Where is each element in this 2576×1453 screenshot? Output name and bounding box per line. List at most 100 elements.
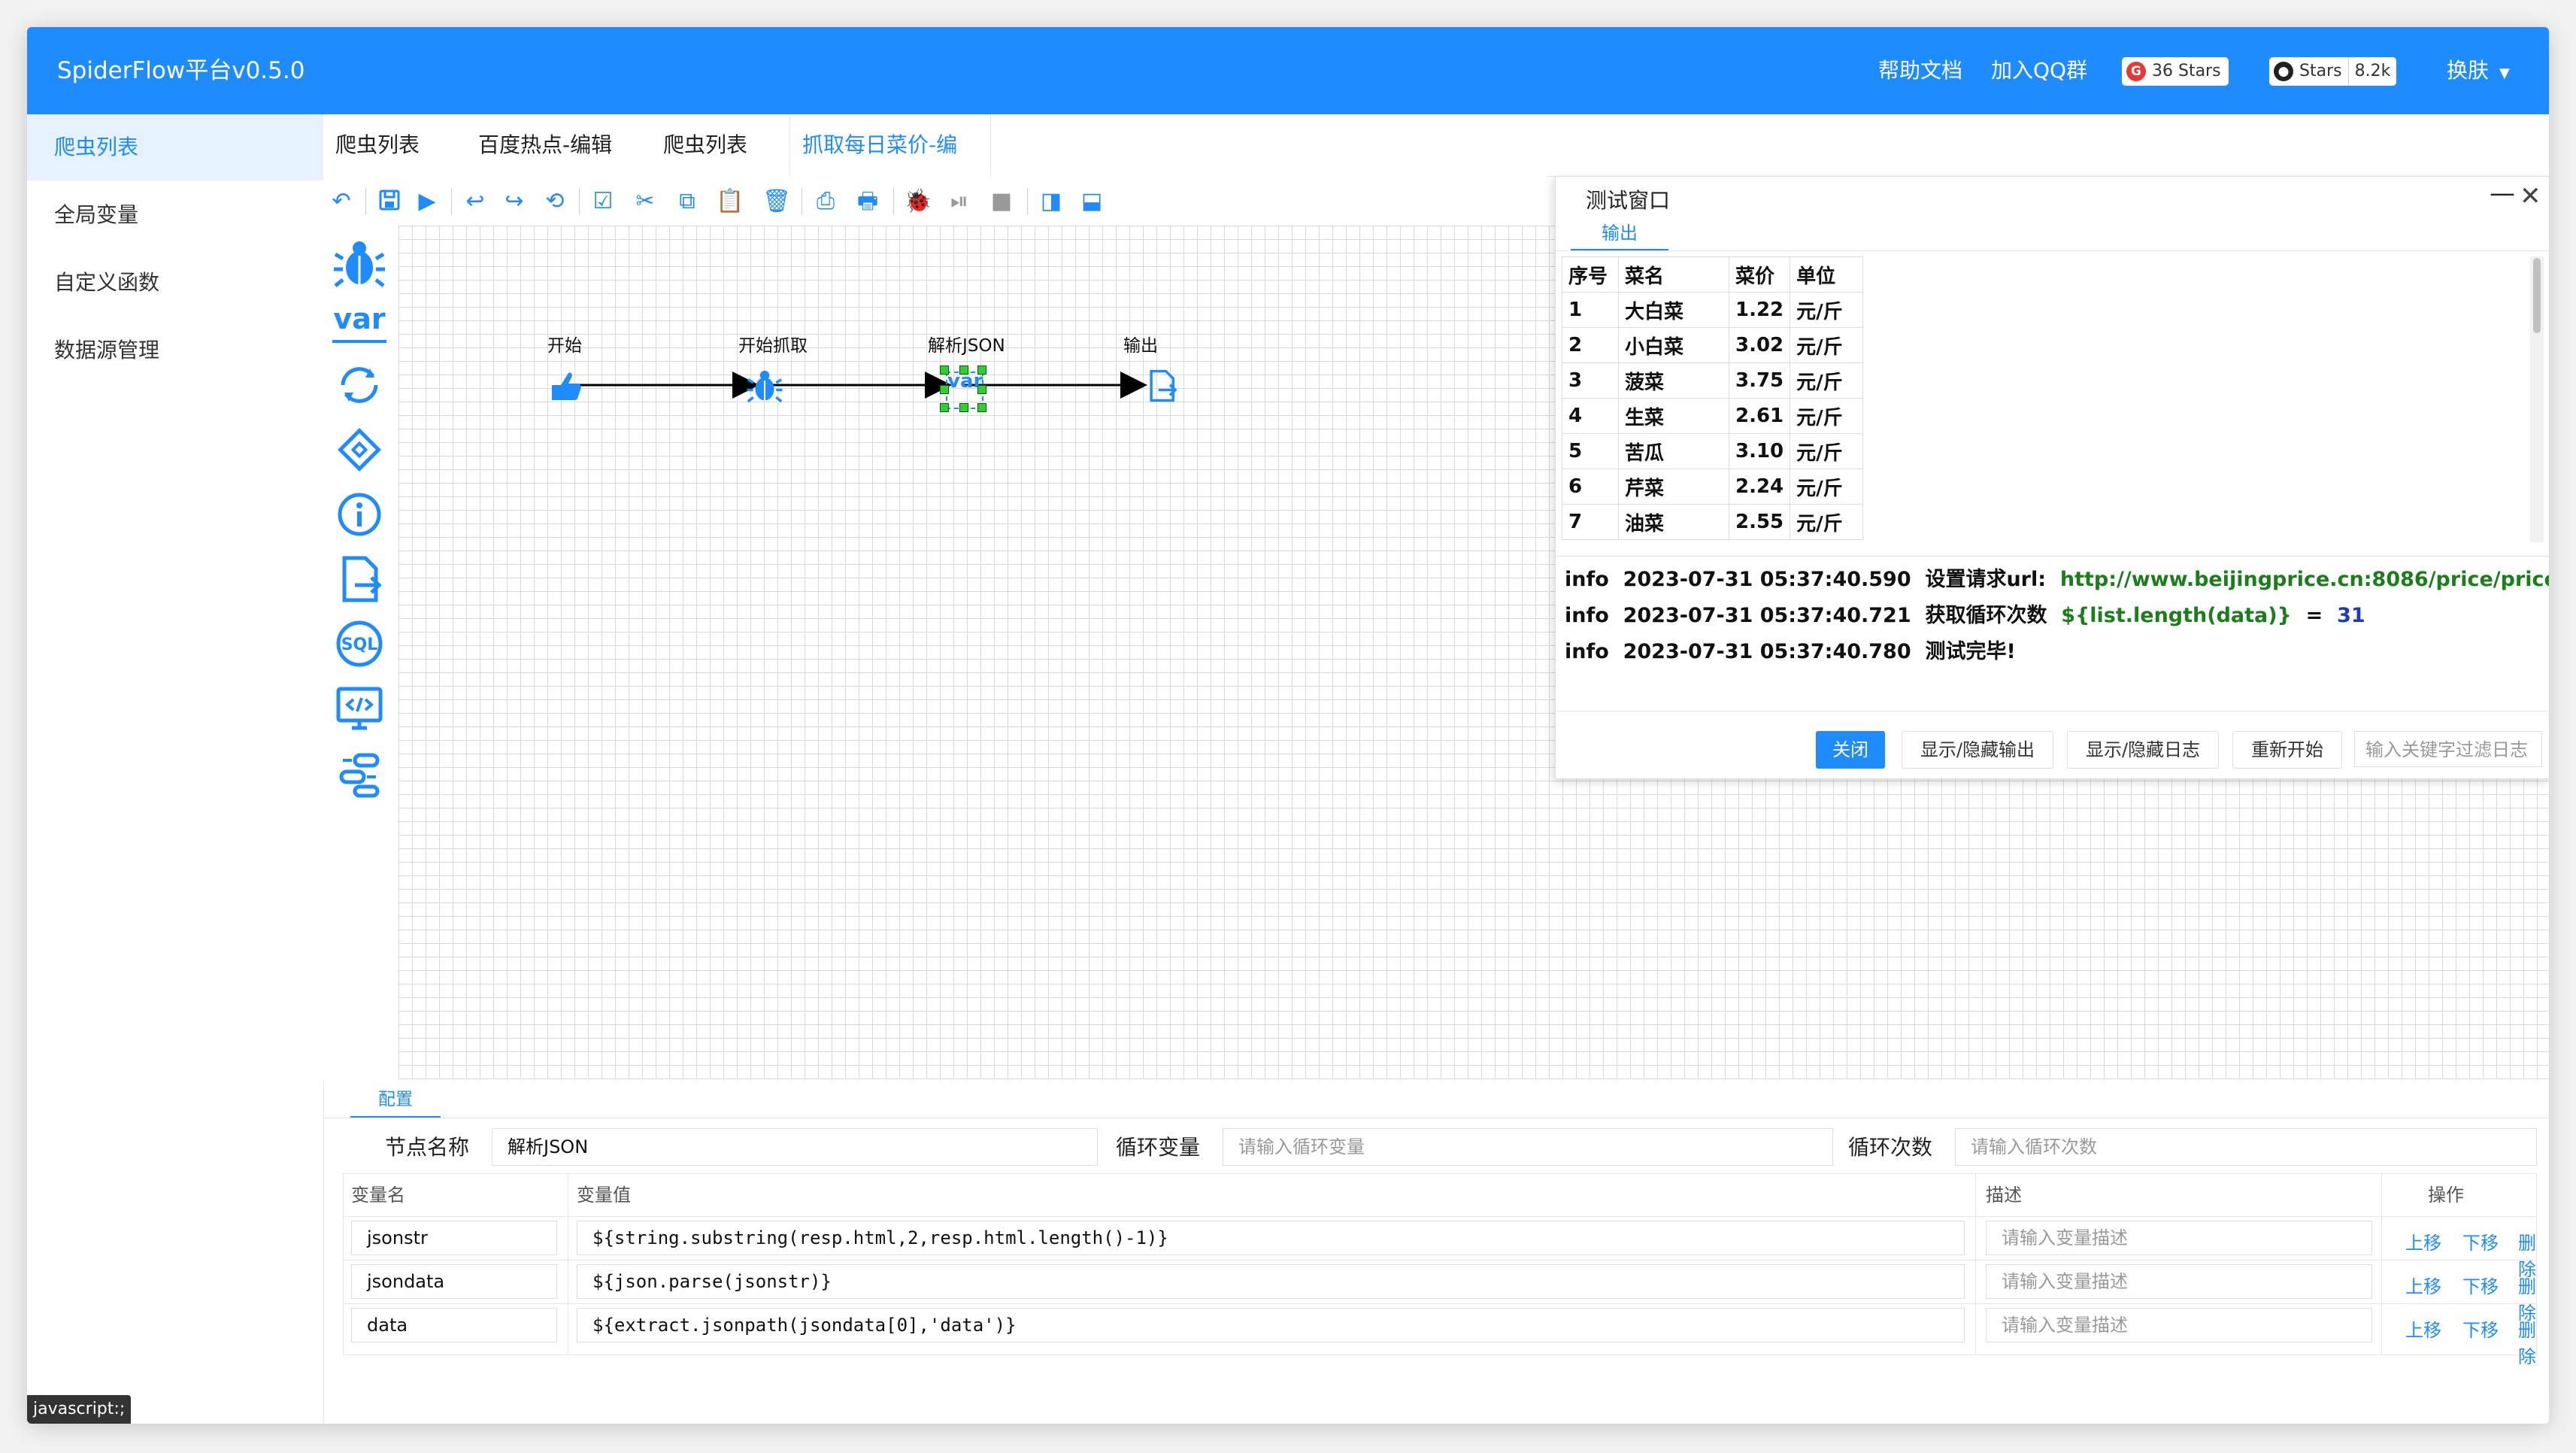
log-line: info 2023-07-31 05:37:40.721 获取循环次数 ${li… xyxy=(1565,604,2365,627)
theme-switch[interactable]: 换肤 ▼ xyxy=(2447,27,2510,117)
gitee-stars-badge[interactable]: G 36 Stars xyxy=(2122,57,2229,86)
sidebar-item-custom-functions[interactable]: 自定义函数 xyxy=(27,250,323,316)
col-actions: 操作 xyxy=(2428,1185,2464,1206)
toggle-output-button[interactable]: 显示/隐藏输出 xyxy=(1902,731,2053,769)
move-down-link[interactable]: 下移 xyxy=(2462,1272,2499,1298)
undo-icon[interactable]: ↩ xyxy=(462,188,489,215)
stop-icon[interactable]: ■ xyxy=(988,188,1015,215)
parse-json-node[interactable]: var xyxy=(940,366,986,412)
close-icon[interactable]: ✕ xyxy=(2520,181,2541,211)
process-node-icon[interactable] xyxy=(332,746,386,800)
var-description-input[interactable]: 请输入变量描述 xyxy=(1986,1221,2372,1255)
col-price: 菜价 xyxy=(1728,256,1791,293)
output-row: 7 油菜 2.55 元/斤 xyxy=(1562,504,1864,540)
condition-node-icon[interactable] xyxy=(332,423,386,477)
variable-node-icon[interactable]: var xyxy=(332,298,386,343)
toggle-right-panel-icon[interactable]: ◨ xyxy=(1038,188,1065,215)
gitee-stars-count: 36 Stars xyxy=(2152,62,2221,80)
toggle-bottom-panel-icon[interactable]: ⬓ xyxy=(1078,188,1105,215)
node-palette: var SQL xyxy=(323,226,399,1079)
move-up-link[interactable]: 上移 xyxy=(2405,1315,2441,1342)
info-node-icon[interactable] xyxy=(332,487,386,541)
tab-daily-price-edit[interactable]: 抓取每日菜价-编辑 xyxy=(789,114,991,219)
save-icon[interactable] xyxy=(376,188,403,215)
var-name-input[interactable]: jsondata xyxy=(351,1264,557,1299)
output-row: 2 小白菜 3.02 元/斤 xyxy=(1562,327,1864,363)
var-value-input[interactable]: ${extract.jsonpath(jsondata[0],'data')} xyxy=(577,1308,1965,1342)
github-stars-badge[interactable]: ● Stars 8.2k xyxy=(2269,57,2397,86)
spider-node-icon[interactable] xyxy=(332,236,386,290)
crawl-node[interactable] xyxy=(746,367,783,405)
svg-text:SQL: SQL xyxy=(341,635,378,654)
toggle-log-button[interactable]: 显示/隐藏日志 xyxy=(2067,731,2219,769)
var-value-input[interactable]: ${json.parse(jsonstr)} xyxy=(577,1264,1965,1299)
output-row: 6 芹菜 2.24 元/斤 xyxy=(1562,469,1864,505)
output-node[interactable] xyxy=(1143,367,1180,405)
history-icon[interactable]: ⟲ xyxy=(541,188,568,215)
theme-label: 换肤 xyxy=(2447,58,2490,83)
close-button[interactable]: 关闭 xyxy=(1816,731,1885,769)
col-description: 描述 xyxy=(1986,1185,2022,1206)
back-icon[interactable]: ↶ xyxy=(328,188,355,215)
output-cell: 5 xyxy=(1562,433,1619,469)
var-description-input[interactable]: 请输入变量描述 xyxy=(1986,1264,2372,1299)
restart-button[interactable]: 重新开始 xyxy=(2232,731,2342,769)
redo-icon[interactable]: ↪ xyxy=(501,188,528,215)
output-table-header: 序号 菜名 菜价 单位 xyxy=(1562,256,1864,293)
loop-node-icon[interactable] xyxy=(332,358,386,412)
start-node[interactable] xyxy=(547,369,583,405)
tab-config[interactable]: 配置 xyxy=(350,1083,441,1118)
app-title: SpiderFlow平台v0.5.0 xyxy=(57,57,305,84)
node-name-input[interactable]: 解析JSON xyxy=(492,1128,1098,1166)
select-all-icon[interactable]: ☑ xyxy=(589,188,617,215)
output-cell: 2 xyxy=(1562,327,1619,363)
test-window-title: 测试窗口 xyxy=(1586,188,1671,213)
node-name-label: 节点名称 xyxy=(385,1135,470,1160)
output-cell: 元/斤 xyxy=(1790,362,1864,399)
output-cell: 菠菜 xyxy=(1618,362,1729,399)
join-qq-group-link[interactable]: 加入QQ群 xyxy=(1991,27,2087,114)
tab-output[interactable]: 输出 xyxy=(1571,217,1668,251)
output-cell: 3.75 xyxy=(1728,362,1791,399)
var-description-input[interactable]: 请输入变量描述 xyxy=(1986,1308,2372,1342)
output-cell: 6 xyxy=(1562,469,1619,505)
loop-count-input[interactable]: 请输入循环次数 xyxy=(1955,1128,2537,1166)
tab-baidu-hot-edit[interactable]: 百度热点-编辑 xyxy=(466,114,624,176)
var-name-input[interactable]: data xyxy=(351,1308,557,1342)
sidebar-item-global-vars[interactable]: 全局变量 xyxy=(27,182,323,248)
sidebar-item-spider-list[interactable]: 爬虫列表 xyxy=(27,114,323,180)
log-filter-input[interactable]: 输入关键字过滤日志 xyxy=(2354,731,2542,767)
move-up-link[interactable]: 上移 xyxy=(2405,1228,2441,1254)
tab-spider-list-2[interactable]: 爬虫列表 xyxy=(651,114,759,176)
output-node-icon[interactable] xyxy=(332,552,386,606)
cut-icon[interactable]: ✂ xyxy=(632,188,659,215)
tab-spider-list[interactable]: 爬虫列表 xyxy=(323,114,432,176)
resume-icon[interactable]: ⏯ xyxy=(946,188,973,215)
help-docs-link[interactable]: 帮助文档 xyxy=(1878,27,1962,114)
output-cell: 元/斤 xyxy=(1790,504,1864,540)
log-line: info 2023-07-31 05:37:40.780 测试完毕! xyxy=(1565,640,2016,663)
move-down-link[interactable]: 下移 xyxy=(2462,1228,2499,1254)
run-icon[interactable]: ▶ xyxy=(414,188,441,215)
delete-icon[interactable]: 🗑 xyxy=(762,188,791,215)
move-up-link[interactable]: 上移 xyxy=(2405,1272,2441,1298)
output-scrollbar-thumb[interactable] xyxy=(2533,258,2541,333)
print-icon[interactable]: 🖶 xyxy=(854,188,881,215)
output-cell: 3.10 xyxy=(1728,433,1791,469)
loop-var-input[interactable]: 请输入循环变量 xyxy=(1223,1128,1833,1166)
output-row: 3 菠菜 3.75 元/斤 xyxy=(1562,362,1864,399)
sidebar-item-datasource[interactable]: 数据源管理 xyxy=(27,317,323,384)
var-name-input[interactable]: jsonstr xyxy=(351,1221,557,1255)
export-icon[interactable]: ⎙ xyxy=(812,188,839,215)
copy-icon[interactable]: ⧉ xyxy=(674,188,701,215)
output-row: 1 大白菜 1.22 元/斤 xyxy=(1562,292,1864,328)
col-vegetable: 菜名 xyxy=(1618,256,1729,293)
paste-icon[interactable]: 📋 xyxy=(716,188,744,215)
script-node-icon[interactable] xyxy=(332,681,386,736)
move-down-link[interactable]: 下移 xyxy=(2462,1315,2499,1342)
var-value-input[interactable]: ${string.substring(resp.html,2,resp.html… xyxy=(577,1221,1965,1255)
debug-icon[interactable]: 🐞 xyxy=(904,188,932,215)
delete-link[interactable]: 删除 xyxy=(2518,1315,2536,1368)
sql-node-icon[interactable]: SQL xyxy=(332,617,386,671)
minimize-icon[interactable]: — xyxy=(2490,178,2515,208)
